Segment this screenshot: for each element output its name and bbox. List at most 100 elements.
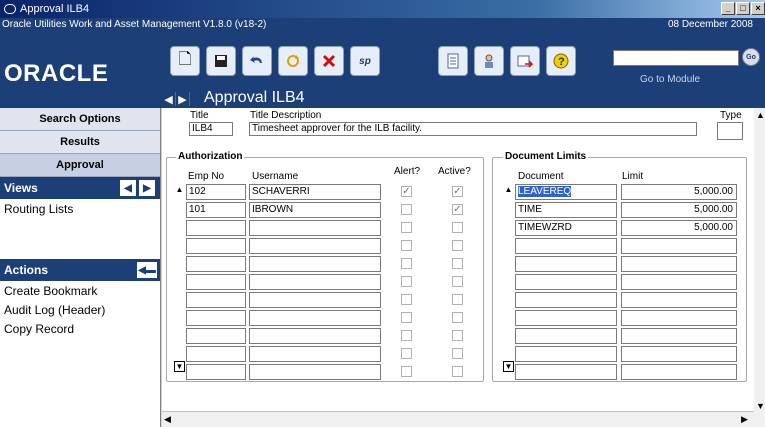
alert-checkbox[interactable] xyxy=(401,312,412,323)
alert-checkbox[interactable] xyxy=(401,330,412,341)
username-cell[interactable] xyxy=(249,292,381,308)
emp-no-cell[interactable]: 102 xyxy=(186,184,246,200)
emp-no-cell[interactable] xyxy=(186,274,246,290)
limit-cell[interactable] xyxy=(621,328,737,344)
alert-checkbox[interactable] xyxy=(401,366,412,377)
limit-cell[interactable]: 5,000.00 xyxy=(621,202,737,218)
doc-scroll-down-icon[interactable]: ▼ xyxy=(503,361,514,372)
action-create-bookmark[interactable]: Create Bookmark xyxy=(0,281,160,300)
document-cell[interactable] xyxy=(515,256,617,272)
username-cell[interactable] xyxy=(249,238,381,254)
horizontal-scrollbar[interactable]: ◀ ▶ xyxy=(162,411,754,427)
active-checkbox[interactable] xyxy=(452,366,463,377)
type-field[interactable] xyxy=(717,122,743,140)
results-button[interactable]: Results xyxy=(0,131,160,154)
alert-checkbox[interactable] xyxy=(401,276,412,287)
doc-scroll-up-icon[interactable]: ▲ xyxy=(503,184,514,195)
limit-cell[interactable] xyxy=(621,310,737,326)
goto-module-input[interactable] xyxy=(613,50,739,66)
next-record-icon[interactable]: ▶ xyxy=(176,92,190,106)
active-checkbox[interactable]: ✓ xyxy=(452,204,463,215)
person-icon[interactable] xyxy=(474,46,504,76)
alert-checkbox[interactable] xyxy=(401,240,412,251)
document-cell[interactable] xyxy=(515,328,617,344)
help-icon[interactable]: ? xyxy=(546,46,576,76)
spell-check-icon[interactable]: sp xyxy=(350,46,380,76)
vertical-scrollbar[interactable]: ▲ ▼ xyxy=(754,108,765,427)
views-next-icon[interactable]: ▶ xyxy=(139,180,155,196)
active-checkbox[interactable] xyxy=(452,240,463,251)
alert-checkbox[interactable] xyxy=(401,258,412,269)
minimize-button[interactable]: _ xyxy=(721,2,735,15)
emp-no-cell[interactable] xyxy=(186,310,246,326)
emp-no-cell[interactable] xyxy=(186,256,246,272)
vscroll-up-icon[interactable]: ▲ xyxy=(756,110,765,120)
go-button[interactable]: Go xyxy=(742,48,760,66)
active-checkbox[interactable] xyxy=(452,276,463,287)
username-cell[interactable]: SCHAVERRI xyxy=(249,184,381,200)
document-cell[interactable] xyxy=(515,346,617,362)
vscroll-down-icon[interactable]: ▼ xyxy=(756,401,765,411)
limit-cell[interactable] xyxy=(621,238,737,254)
save-icon[interactable] xyxy=(206,46,236,76)
alert-checkbox[interactable] xyxy=(401,222,412,233)
prev-record-icon[interactable]: ◀ xyxy=(162,92,176,106)
emp-no-cell[interactable]: 101 xyxy=(186,202,246,218)
username-cell[interactable] xyxy=(249,274,381,290)
username-cell[interactable] xyxy=(249,310,381,326)
delete-icon[interactable] xyxy=(314,46,344,76)
search-options-button[interactable]: Search Options xyxy=(0,108,160,131)
emp-no-cell[interactable] xyxy=(186,220,246,236)
hscroll-right-icon[interactable]: ▶ xyxy=(741,414,748,425)
title-field[interactable]: ILB4 xyxy=(189,122,233,136)
active-checkbox[interactable] xyxy=(452,330,463,341)
approval-button[interactable]: Approval xyxy=(0,154,160,177)
emp-no-cell[interactable] xyxy=(186,238,246,254)
routing-icon[interactable] xyxy=(510,46,540,76)
actions-collapse-icon[interactable]: ◀▬ xyxy=(137,262,157,278)
document-icon[interactable] xyxy=(438,46,468,76)
title-description-field[interactable]: Timesheet approver for the ILB facility. xyxy=(249,122,697,136)
document-cell[interactable]: TIMEWZRD xyxy=(515,220,617,236)
limit-cell[interactable]: 5,000.00 xyxy=(621,220,737,236)
hscroll-left-icon[interactable]: ◀ xyxy=(164,414,171,425)
username-cell[interactable] xyxy=(249,346,381,362)
alert-checkbox[interactable] xyxy=(401,294,412,305)
views-prev-icon[interactable]: ◀ xyxy=(120,180,136,196)
alert-checkbox[interactable] xyxy=(401,204,412,215)
close-button[interactable]: × xyxy=(751,2,765,15)
emp-no-cell[interactable] xyxy=(186,346,246,362)
emp-no-cell[interactable] xyxy=(186,328,246,344)
limit-cell[interactable] xyxy=(621,256,737,272)
limit-cell[interactable] xyxy=(621,364,737,380)
active-checkbox[interactable]: ✓ xyxy=(452,186,463,197)
alert-checkbox[interactable] xyxy=(401,348,412,359)
document-cell[interactable]: LEAVEREQ xyxy=(515,184,617,200)
document-cell[interactable] xyxy=(515,274,617,290)
active-checkbox[interactable] xyxy=(452,312,463,323)
active-checkbox[interactable] xyxy=(452,294,463,305)
new-icon[interactable]: 🗋 xyxy=(170,46,200,76)
active-checkbox[interactable] xyxy=(452,222,463,233)
action-audit-log-header[interactable]: Audit Log (Header) xyxy=(0,300,160,319)
emp-no-cell[interactable] xyxy=(186,292,246,308)
limit-cell[interactable] xyxy=(621,274,737,290)
refresh-icon[interactable] xyxy=(278,46,308,76)
maximize-button[interactable]: □ xyxy=(736,2,750,15)
active-checkbox[interactable] xyxy=(452,258,463,269)
document-cell[interactable] xyxy=(515,364,617,380)
document-cell[interactable]: TIME xyxy=(515,202,617,218)
document-cell[interactable] xyxy=(515,292,617,308)
document-cell[interactable] xyxy=(515,238,617,254)
auth-scroll-down-icon[interactable]: ▼ xyxy=(174,361,185,372)
active-checkbox[interactable] xyxy=(452,348,463,359)
action-copy-record[interactable]: Copy Record xyxy=(0,319,160,338)
alert-checkbox[interactable]: ✓ xyxy=(401,186,412,197)
username-cell[interactable] xyxy=(249,364,381,380)
auth-scroll-up-icon[interactable]: ▲ xyxy=(174,184,185,195)
username-cell[interactable]: IBROWN xyxy=(249,202,381,218)
emp-no-cell[interactable] xyxy=(186,364,246,380)
views-item-routing-lists[interactable]: Routing Lists xyxy=(0,199,160,218)
username-cell[interactable] xyxy=(249,256,381,272)
limit-cell[interactable] xyxy=(621,346,737,362)
